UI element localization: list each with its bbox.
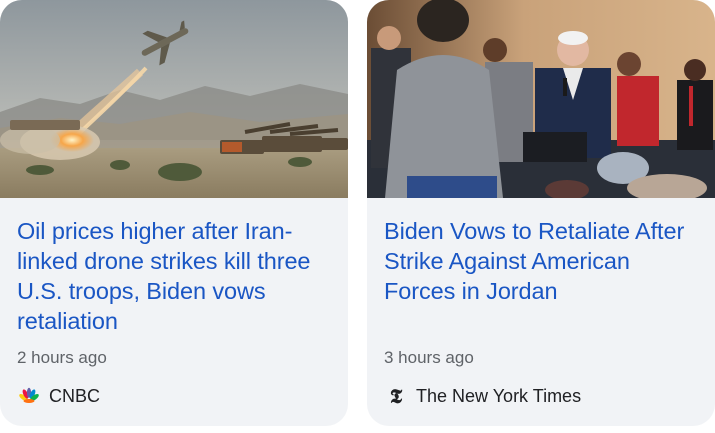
- speaker-at-podium-photo: [367, 0, 715, 198]
- news-card-nyt[interactable]: Biden Vows to Retaliate After Strike Aga…: [367, 0, 715, 426]
- news-headline[interactable]: Oil prices higher after Iran-linked dron…: [17, 216, 335, 336]
- news-carousel: Oil prices higher after Iran-linked dron…: [0, 0, 715, 433]
- cnbc-peacock-icon: [17, 384, 41, 408]
- news-card-cnbc[interactable]: Oil prices higher after Iran-linked dron…: [0, 0, 348, 426]
- source-name: CNBC: [49, 385, 101, 406]
- news-source: 𝕿 The New York Times: [384, 384, 581, 408]
- nyt-logo-icon: 𝕿: [389, 384, 403, 408]
- drone-launch-photo: [0, 0, 348, 198]
- published-time: 2 hours ago: [17, 348, 107, 367]
- published-time: 3 hours ago: [384, 348, 474, 367]
- news-headline[interactable]: Biden Vows to Retaliate After Strike Aga…: [384, 216, 702, 306]
- source-name: The New York Times: [416, 385, 582, 406]
- news-source: CNBC: [17, 384, 100, 408]
- news-thumbnail-speaker[interactable]: [367, 0, 715, 198]
- news-thumbnail-drone-launch[interactable]: [0, 0, 348, 198]
